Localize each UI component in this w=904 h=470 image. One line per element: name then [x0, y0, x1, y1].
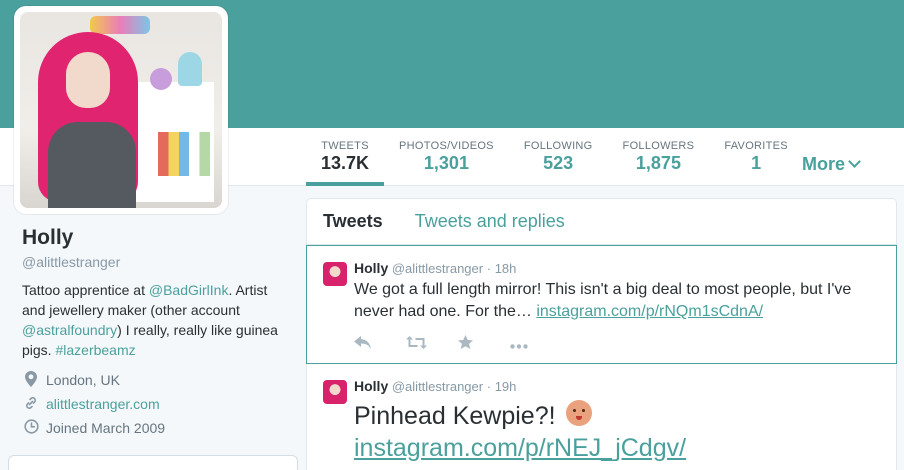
tweet-link[interactable]: instagram.com/p/rNEJ_jCdgv/ [354, 434, 686, 462]
tweet-timestamp[interactable]: 19h [495, 379, 517, 394]
timeline-tabs: Tweets Tweets and replies [307, 199, 896, 245]
tweet-author-name[interactable]: Holly [354, 378, 388, 394]
stat-value: 13.7K [321, 153, 370, 173]
more-label: More [802, 154, 846, 174]
stat-value: 523 [543, 153, 574, 173]
bio-mention-astralfoundry[interactable]: @astralfoundry [22, 322, 117, 338]
stat-value: 1 [751, 153, 762, 173]
bio-mention-badgirlink[interactable]: @BadGirlInk [149, 282, 229, 298]
timeline: Tweets Tweets and replies Holly @alittle… [306, 198, 897, 470]
tweet-link[interactable]: instagram.com/p/rNQm1sCdnA/ [536, 303, 763, 320]
bio-hashtag[interactable]: #lazerbeamz [55, 342, 135, 358]
star-icon[interactable] [458, 334, 510, 354]
tab-tweets-and-replies[interactable]: Tweets and replies [415, 211, 565, 232]
profile-name[interactable]: Holly [22, 226, 292, 250]
tab-tweets[interactable]: Tweets [323, 211, 383, 232]
tweet-header: Holly @alittlestranger · 18h [354, 260, 884, 276]
stat-value: 1,301 [423, 153, 469, 173]
stat-value: 1,875 [635, 153, 681, 173]
reply-icon[interactable] [354, 335, 406, 353]
baby-face-emoji-icon [566, 400, 593, 426]
map-pin-icon [22, 370, 40, 390]
tweet-item[interactable]: Holly @alittlestranger · 18h We got a fu… [306, 245, 897, 364]
stat-label: TWEETS [321, 140, 369, 152]
tweet-author-handle[interactable]: @alittlestranger [392, 261, 483, 276]
tweet-timestamp[interactable]: 18h [495, 261, 517, 276]
website-link[interactable]: alittlestranger.com [46, 396, 160, 412]
clock-icon [22, 419, 40, 437]
profile-avatar[interactable] [14, 6, 228, 214]
stat-favorites[interactable]: FAVORITES 1 [709, 128, 803, 186]
profile-joined: Joined March 2009 [22, 416, 292, 440]
link-icon [22, 396, 40, 413]
chevron-down-icon [848, 155, 861, 168]
tweet-body: Pinhead Kewpie?! [354, 402, 563, 430]
more-dropdown-button[interactable]: More [802, 154, 861, 175]
tweet-separator: · [486, 379, 495, 394]
bio-text: Tattoo apprentice at [22, 282, 149, 298]
tweet-author-handle[interactable]: @alittlestranger [392, 379, 483, 394]
profile-meta: London, UK alittlestranger.com Joined Ma… [22, 368, 292, 440]
stat-following[interactable]: FOLLOWING 523 [509, 128, 608, 186]
avatar-photo [20, 12, 222, 208]
profile-stats: TWEETS 13.7K PHOTOS/VIDEOS 1,301 FOLLOWI… [306, 128, 803, 186]
stat-followers[interactable]: FOLLOWERS 1,875 [608, 128, 710, 186]
stat-label: FOLLOWERS [622, 140, 695, 152]
stat-tweets[interactable]: TWEETS 13.7K [306, 128, 385, 186]
stat-label: PHOTOS/VIDEOS [399, 140, 494, 152]
side-module [8, 455, 298, 470]
tweet-header: Holly @alittlestranger · 19h [354, 378, 884, 394]
tweet-avatar[interactable] [323, 380, 347, 404]
location-text: London, UK [46, 372, 120, 388]
retweet-icon[interactable] [406, 335, 458, 353]
joined-text: Joined March 2009 [46, 420, 166, 436]
profile-location: London, UK [22, 368, 292, 392]
tweet-actions [354, 334, 884, 354]
tweet-author-name[interactable]: Holly [354, 260, 388, 276]
tweet-text: Pinhead Kewpie?! instagram.com/p/rNEJ_jC… [354, 398, 884, 464]
stat-label: FOLLOWING [523, 140, 593, 152]
tweet-avatar[interactable] [323, 262, 347, 286]
stat-label: FAVORITES [724, 140, 788, 152]
tweet-separator: · [486, 261, 495, 276]
profile-website: alittlestranger.com [22, 392, 292, 416]
profile-card: Holly @alittlestranger Tattoo apprentice… [22, 226, 292, 440]
profile-bio: Tattoo apprentice at @BadGirlInk. Artist… [22, 280, 286, 360]
tweet-item[interactable]: Holly @alittlestranger · 19h Pinhead Kew… [307, 364, 896, 470]
profile-handle[interactable]: @alittlestranger [22, 254, 292, 270]
ellipsis-icon[interactable] [510, 336, 562, 353]
tweet-text: We got a full length mirror! This isn't … [354, 279, 884, 323]
stat-photos-videos[interactable]: PHOTOS/VIDEOS 1,301 [384, 128, 509, 186]
